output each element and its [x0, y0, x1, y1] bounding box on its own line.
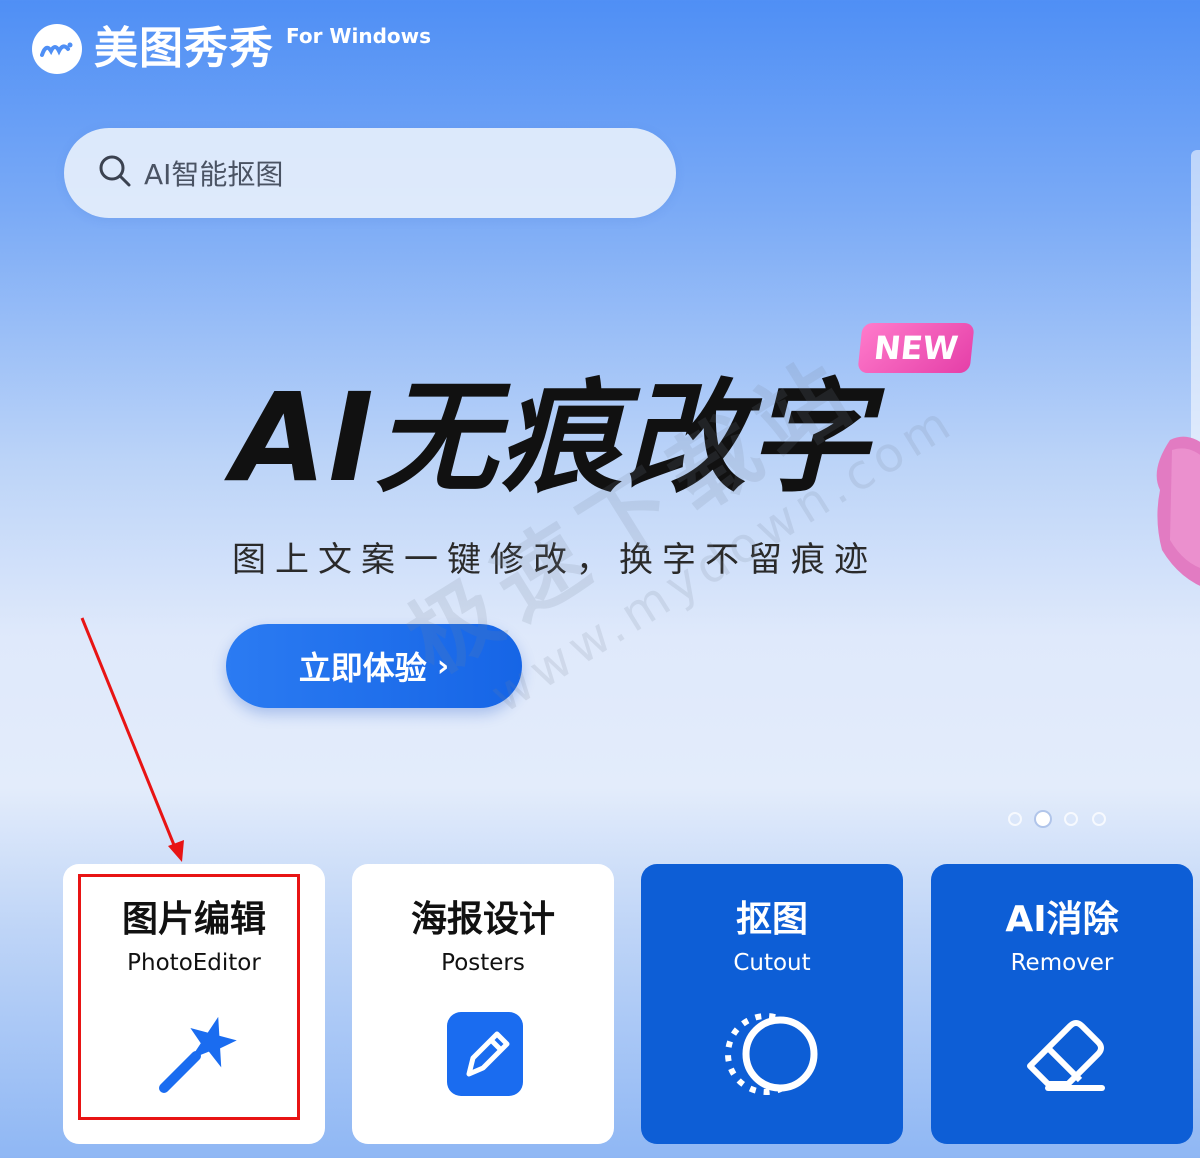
carousel-indicator [1008, 812, 1106, 826]
highlight-box [78, 874, 300, 1120]
tool-title: 抠图 [735, 899, 808, 940]
search-placeholder: AI智能抠图 [144, 158, 284, 191]
carousel-dot[interactable] [1092, 812, 1106, 826]
tool-title: 海报设计 [410, 899, 555, 940]
cutout-circle-icon [725, 1013, 818, 1095]
tool-card-posters[interactable]: 海报设计 Posters [352, 864, 614, 1144]
edit-pen-icon [447, 1012, 523, 1096]
tool-subtitle: Posters [441, 950, 525, 976]
tool-card-remover[interactable]: AI消除 Remover [931, 864, 1193, 1144]
carousel-dot-active[interactable] [1036, 812, 1050, 826]
eraser-icon [1027, 1020, 1105, 1091]
watermark: 极速下载站 www.mydown.com [380, 285, 965, 745]
tool-subtitle: Cutout [733, 950, 811, 976]
tool-title: AI消除 [1005, 899, 1119, 940]
tool-subtitle: Remover [1010, 950, 1114, 976]
platform-label: For Windows [286, 24, 432, 48]
app-logo: 美图秀秀 For Windows [32, 22, 431, 76]
banner-decoration [1156, 436, 1200, 586]
search-bar[interactable]: AI智能抠图 [64, 128, 676, 218]
tool-card-cutout[interactable]: 抠图 Cutout [641, 864, 903, 1144]
app-name: 美图秀秀 [94, 23, 274, 74]
carousel-dot[interactable] [1008, 812, 1022, 826]
search-icon [98, 154, 132, 192]
meitu-logo-icon [32, 24, 82, 74]
carousel-dot[interactable] [1064, 812, 1078, 826]
try-now-label: 立即体验 [298, 649, 427, 687]
